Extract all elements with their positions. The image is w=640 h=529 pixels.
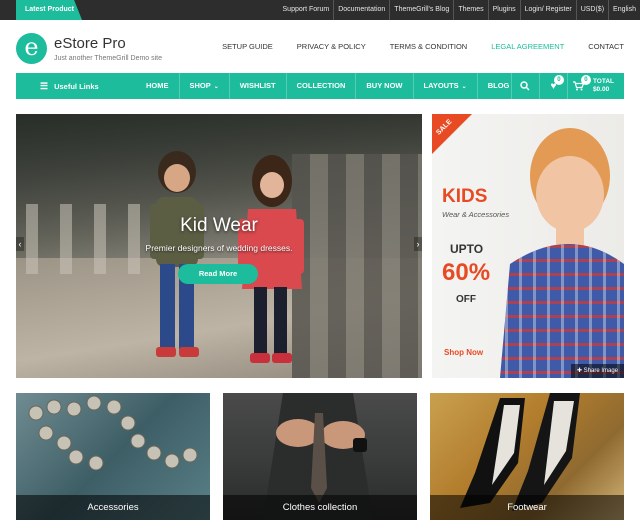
hero-background-wall xyxy=(292,154,422,378)
cart-total-label: TOTAL xyxy=(592,78,614,85)
nav-icons: ♥ 0 0 TOTAL $0.00 xyxy=(510,73,624,99)
nav-home-label: HOME xyxy=(146,81,169,90)
promo-upto: UPTO xyxy=(450,242,484,256)
nav-items: HOME SHOP ⌄ WISHLIST COLLECTION BUY NOW L… xyxy=(136,73,519,99)
nav-blog-label: BLOG xyxy=(487,81,510,90)
nav-layouts[interactable]: LAYOUTS ⌄ xyxy=(412,73,477,99)
nav-layouts-label: LAYOUTS xyxy=(423,81,459,90)
header-menu: SETUP GUIDE PRIVACY & POLICY TERMS & CON… xyxy=(198,42,624,51)
hero-girl-figure xyxy=(238,155,304,363)
category-footwear-label: Footwear xyxy=(430,495,624,520)
read-more-button[interactable]: Read More xyxy=(178,264,258,284)
category-footwear[interactable]: Footwear xyxy=(430,393,624,520)
cart-button[interactable]: 0 xyxy=(566,73,591,99)
top-bar: Latest Product Support Forum Documentati… xyxy=(0,0,640,20)
share-image-button[interactable]: ✚ Share Image xyxy=(570,364,624,378)
menu-terms-condition[interactable]: TERMS & CONDITION xyxy=(390,42,468,51)
hero-subtitle: Premier designers of wedding dresses. xyxy=(145,243,293,253)
hero-title: Kid Wear xyxy=(180,215,258,236)
chevron-down-icon: ⌄ xyxy=(213,84,219,90)
cart-total-value: $0.00 xyxy=(592,86,610,93)
category-accessories-label: Accessories xyxy=(16,495,210,520)
useful-links-toggle[interactable]: ☰ Useful Links xyxy=(16,73,126,99)
menu-legal-agreement[interactable]: LEGAL AGREEMENT xyxy=(491,42,564,51)
menu-setup-guide[interactable]: SETUP GUIDE xyxy=(222,42,273,51)
nav-collection-label: COLLECTION xyxy=(296,81,346,90)
cart-count-badge: 0 xyxy=(580,75,591,85)
nav-wishlist[interactable]: WISHLIST xyxy=(228,73,286,99)
nav-buy-now[interactable]: BUY NOW xyxy=(355,73,412,99)
top-links: Support Forum Documentation ThemeGrill's… xyxy=(279,0,640,20)
promo-wear-subtitle: Wear & Accessories xyxy=(442,210,510,219)
hero-boy-figure xyxy=(150,151,204,357)
menu-privacy-policy[interactable]: PRIVACY & POLICY xyxy=(297,42,366,51)
latest-product-label[interactable]: Latest Product xyxy=(16,0,82,20)
site-title[interactable]: eStore Pro xyxy=(54,35,126,52)
search-button[interactable] xyxy=(510,73,539,99)
nav-collection[interactable]: COLLECTION xyxy=(285,73,356,99)
themes-link[interactable]: Themes xyxy=(453,0,487,20)
search-icon xyxy=(520,81,530,91)
chevron-down-icon: ⌄ xyxy=(461,84,467,90)
site-header: e eStore Pro Just another ThemeGrill Dem… xyxy=(0,20,640,72)
wishlist-count-badge: 0 xyxy=(553,75,564,85)
hero-slider[interactable]: Kid Wear Premier designers of wedding dr… xyxy=(16,114,422,378)
slider-next-arrow-icon[interactable]: › xyxy=(414,237,422,251)
site-logo[interactable]: e xyxy=(16,33,47,64)
nav-shop[interactable]: SHOP ⌄ xyxy=(178,73,229,99)
slider-prev-arrow-icon[interactable]: ‹ xyxy=(16,237,24,251)
language-selector[interactable]: English xyxy=(608,0,640,20)
menu-contact[interactable]: CONTACT xyxy=(588,42,624,51)
support-forum-link[interactable]: Support Forum xyxy=(279,0,334,20)
wishlist-button[interactable]: ♥ 0 xyxy=(538,73,567,99)
share-image-label: Share Image xyxy=(583,368,618,374)
themegrill-blog-link[interactable]: ThemeGrill's Blog xyxy=(389,0,453,20)
documentation-link[interactable]: Documentation xyxy=(333,0,389,20)
plugins-link[interactable]: Plugins xyxy=(487,0,520,20)
promo-boy-figure xyxy=(500,128,624,378)
useful-links-label: Useful Links xyxy=(54,81,99,91)
hamburger-icon: ☰ xyxy=(40,80,49,91)
promo-off: OFF xyxy=(456,294,476,305)
login-register-link[interactable]: Login/ Register xyxy=(519,0,576,20)
nav-home[interactable]: HOME xyxy=(136,73,179,99)
kids-promo-banner[interactable]: SALE KIDS Wear & Accessories UPTO 60% OF… xyxy=(432,114,624,378)
cart-total[interactable]: TOTAL $0.00 xyxy=(589,73,624,99)
primary-navbar: ☰ Useful Links HOME SHOP ⌄ WISHLIST COLLE… xyxy=(16,73,624,99)
category-clothes-label: Clothes collection xyxy=(223,495,417,520)
promo-percent: 60% xyxy=(442,259,491,286)
promo-kids-heading: KIDS xyxy=(442,186,488,207)
shop-now-link[interactable]: Shop Now xyxy=(444,348,483,357)
nav-shop-label: SHOP xyxy=(189,81,211,90)
site-tagline: Just another ThemeGrill Demo site xyxy=(54,55,163,62)
category-accessories[interactable]: Accessories xyxy=(16,393,210,520)
nav-wishlist-label: WISHLIST xyxy=(239,81,276,90)
share-icon: ✚ xyxy=(576,368,584,374)
currency-selector[interactable]: USD($) xyxy=(575,0,608,20)
nav-buy-now-label: BUY NOW xyxy=(366,81,403,90)
category-clothes-collection[interactable]: Clothes collection xyxy=(223,393,417,520)
